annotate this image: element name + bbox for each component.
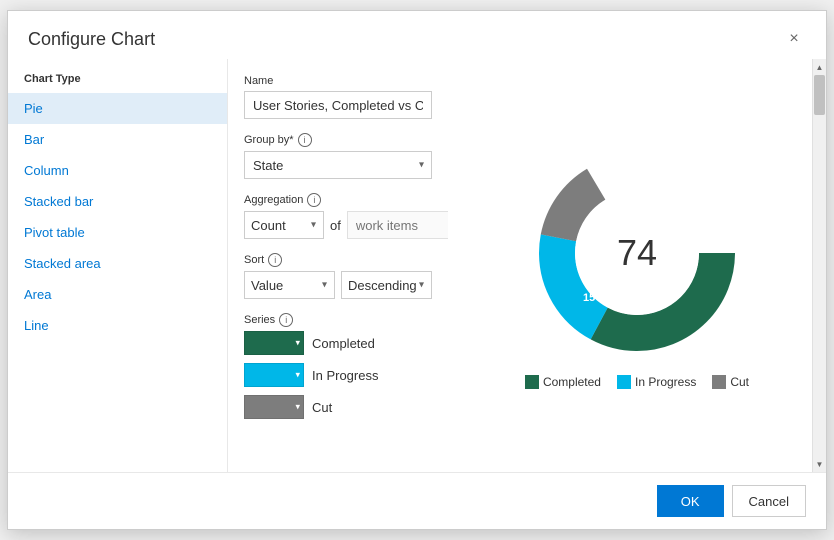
scrollbar-track	[813, 75, 826, 456]
of-label: of	[330, 218, 341, 233]
name-input[interactable]	[244, 91, 432, 119]
donut-center-value: 74	[617, 232, 657, 274]
sort-label: Sort i	[244, 253, 432, 267]
sort-dir-select-wrapper: Descending Ascending ▾	[341, 271, 432, 299]
group-by-select[interactable]: State Assigned To Iteration	[244, 151, 432, 179]
sidebar-item-line[interactable]: Line	[8, 310, 227, 341]
sidebar: Chart Type PieBarColumnStacked barPivot …	[8, 59, 228, 472]
scrollbar: ▲ ▼	[812, 59, 826, 472]
close-button[interactable]: ×	[782, 27, 806, 51]
sidebar-item-column[interactable]: Column	[8, 155, 227, 186]
legend-item-cut: Cut	[712, 375, 749, 389]
sidebar-item-bar[interactable]: Bar	[8, 124, 227, 155]
series-item-in-progress: ▾In Progress	[244, 363, 432, 387]
ok-button[interactable]: OK	[657, 485, 724, 517]
legend-item-in-progress: In Progress	[617, 375, 696, 389]
cancel-button[interactable]: Cancel	[732, 485, 806, 517]
scroll-up-button[interactable]: ▲	[813, 59, 826, 75]
group-by-field-group: Group by* i State Assigned To Iteration …	[244, 133, 432, 179]
completed-value-label: 49	[669, 278, 681, 290]
donut-chart: 49 15 10 74	[527, 143, 747, 363]
dialog-header: Configure Chart ×	[8, 11, 826, 59]
aggregation-row: Count Sum Average ▾ of	[244, 211, 432, 239]
legend-swatch-cut	[712, 375, 726, 389]
sidebar-item-area[interactable]: Area	[8, 279, 227, 310]
series-field-group: Series i ▾Completed ▾In Progress ▾Cut	[244, 313, 432, 419]
series-item-cut: ▾Cut	[244, 395, 432, 419]
series-label-cut: Cut	[312, 400, 332, 415]
series-list: ▾Completed ▾In Progress ▾Cut	[244, 331, 432, 419]
scrollbar-thumb[interactable]	[814, 75, 825, 115]
sort-info-icon[interactable]: i	[268, 253, 282, 267]
aggregation-field-group: Aggregation i Count Sum Average ▾ of	[244, 193, 432, 239]
series-color-cut[interactable]	[244, 395, 304, 419]
group-by-info-icon[interactable]: i	[298, 133, 312, 147]
group-by-select-wrapper: State Assigned To Iteration ▾	[244, 151, 432, 179]
series-color-in-progress[interactable]	[244, 363, 304, 387]
configure-chart-dialog: Configure Chart × Chart Type PieBarColum…	[7, 10, 827, 530]
main-content: Name Group by* i State Assigned To Ite	[228, 59, 826, 472]
sidebar-item-pie[interactable]: Pie	[8, 93, 227, 124]
legend-label-cut: Cut	[730, 375, 749, 389]
series-label-completed: Completed	[312, 336, 375, 351]
dialog-body: Chart Type PieBarColumnStacked barPivot …	[8, 59, 826, 472]
in-progress-value-label: 15	[583, 292, 595, 304]
series-color-completed[interactable]	[244, 331, 304, 355]
chart-legend: Completed In Progress Cut	[525, 375, 749, 389]
sort-dir-select[interactable]: Descending Ascending	[341, 271, 432, 299]
work-items-input[interactable]	[347, 211, 448, 239]
chart-container: 49 15 10 74 Completed In Progress Cut	[525, 143, 749, 389]
sort-row: Value Label ▾ Descending Ascending ▾	[244, 271, 432, 299]
sort-field-group: Sort i Value Label ▾	[244, 253, 432, 299]
group-by-label: Group by* i	[244, 133, 432, 147]
aggregation-info-icon[interactable]: i	[307, 193, 321, 207]
form-area: Name Group by* i State Assigned To Ite	[228, 59, 448, 472]
series-label: Series i	[244, 313, 432, 327]
legend-swatch-completed	[525, 375, 539, 389]
series-label-in-progress: In Progress	[312, 368, 378, 383]
chart-type-label: Chart Type	[8, 69, 227, 93]
dialog-footer: OK Cancel	[8, 472, 826, 529]
legend-label-completed: Completed	[543, 375, 601, 389]
legend-item-completed: Completed	[525, 375, 601, 389]
aggregation-select[interactable]: Count Sum Average	[244, 211, 324, 239]
name-field-group: Name	[244, 75, 432, 119]
preview-area: 49 15 10 74 Completed In Progress Cut ▲ ▼	[448, 59, 826, 472]
aggregation-label: Aggregation i	[244, 193, 432, 207]
sort-select-wrapper: Value Label ▾	[244, 271, 335, 299]
sidebar-item-pivot-table[interactable]: Pivot table	[8, 217, 227, 248]
sort-select[interactable]: Value Label	[244, 271, 335, 299]
agg-select-wrapper: Count Sum Average ▾	[244, 211, 324, 239]
cut-value-label: 10	[621, 180, 633, 192]
series-info-icon[interactable]: i	[279, 313, 293, 327]
name-label: Name	[244, 75, 432, 87]
sidebar-item-stacked-bar[interactable]: Stacked bar	[8, 186, 227, 217]
legend-swatch-in-progress	[617, 375, 631, 389]
series-item-completed: ▾Completed	[244, 331, 432, 355]
dialog-title: Configure Chart	[28, 29, 155, 50]
sidebar-item-stacked-area[interactable]: Stacked area	[8, 248, 227, 279]
scroll-down-button[interactable]: ▼	[813, 456, 826, 472]
legend-label-in-progress: In Progress	[635, 375, 696, 389]
